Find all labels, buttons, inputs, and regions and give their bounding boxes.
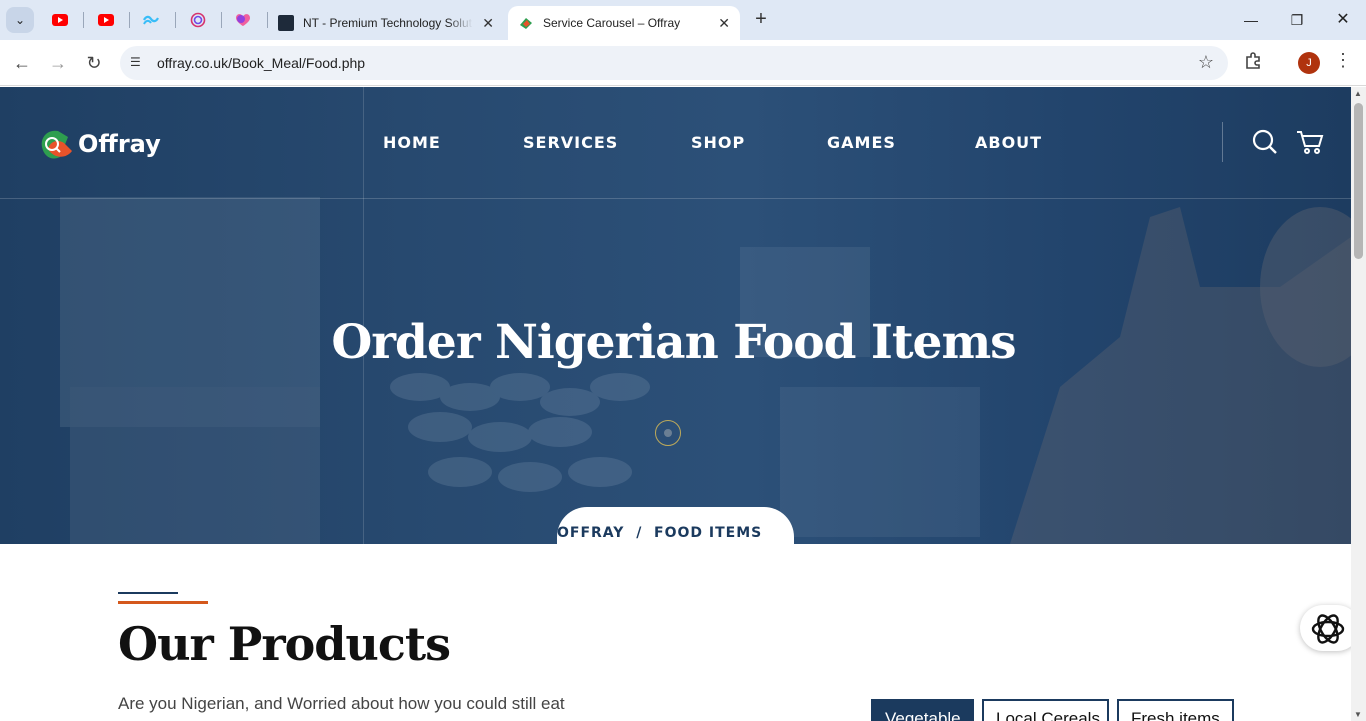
restore-button[interactable]: ❐ bbox=[1282, 8, 1312, 32]
spiral-icon bbox=[190, 12, 206, 28]
nav-shop[interactable]: SHOP bbox=[691, 133, 745, 152]
tab-separator bbox=[175, 12, 176, 28]
browser-toolbar: ← → ↻ ☰ offray.co.uk/Book_Meal/Food.php … bbox=[0, 40, 1366, 86]
back-arrow-icon[interactable]: ← bbox=[10, 52, 34, 74]
main-navigation: HOME SERVICES SHOP GAMES ABOUT bbox=[383, 133, 1041, 152]
scroll-up-arrow-icon[interactable]: ▲ bbox=[1354, 89, 1362, 98]
filter-local-cereals[interactable]: Local Cereals bbox=[982, 699, 1109, 721]
youtube-icon bbox=[52, 14, 68, 26]
section-accent-line bbox=[118, 592, 178, 594]
site-info-icon[interactable]: ☰ bbox=[130, 55, 146, 71]
nav-home[interactable]: HOME bbox=[383, 133, 441, 152]
reload-icon[interactable]: ↻ bbox=[82, 52, 106, 74]
profile-avatar[interactable]: J bbox=[1298, 52, 1320, 74]
pinned-tab-spiral[interactable] bbox=[188, 10, 208, 30]
extensions-puzzle-icon[interactable] bbox=[1244, 52, 1262, 75]
youtube-icon bbox=[98, 14, 114, 26]
tab-separator bbox=[83, 12, 84, 28]
pinned-tab-heart[interactable] bbox=[233, 10, 253, 30]
close-window-button[interactable]: ✕ bbox=[1328, 8, 1358, 32]
tab-service-carousel[interactable]: Service Carousel – Offray ✕ bbox=[508, 6, 740, 40]
browser-tab-strip: ⌄ NT - Premium Technology Solut ✕ Servic… bbox=[0, 0, 1366, 40]
breadcrumb: OFFRAY / FOOD ITEMS bbox=[557, 507, 794, 567]
tailwind-icon bbox=[143, 15, 159, 25]
address-bar[interactable]: ☰ offray.co.uk/Book_Meal/Food.php ☆ bbox=[120, 46, 1228, 80]
section-accent-line-orange bbox=[118, 601, 208, 604]
tab-title: Service Carousel – Offray bbox=[543, 16, 681, 30]
forward-arrow-icon[interactable]: → bbox=[46, 52, 70, 74]
hero-banner: Offray HOME SERVICES SHOP GAMES ABOUT Or… bbox=[0, 87, 1351, 544]
tab-search-button[interactable]: ⌄ bbox=[6, 7, 34, 33]
carousel-indicator[interactable] bbox=[655, 420, 681, 446]
close-icon[interactable]: ✕ bbox=[718, 15, 730, 32]
section-title: Our Products bbox=[118, 617, 451, 671]
offray-icon bbox=[518, 15, 534, 31]
tab-title: NT - Premium Technology Solut bbox=[303, 16, 472, 30]
scrollbar-thumb[interactable] bbox=[1354, 103, 1363, 259]
heart-icon bbox=[236, 14, 250, 26]
filter-fresh-items[interactable]: Fresh items bbox=[1117, 699, 1234, 721]
breadcrumb-text[interactable]: OFFRAY / FOOD ITEMS bbox=[557, 525, 762, 541]
intro-text: Are you Nigerian, and Worried about how … bbox=[118, 694, 565, 713]
bookmark-star-icon[interactable]: ☆ bbox=[1198, 52, 1214, 73]
offray-logo-icon bbox=[38, 127, 76, 161]
brand-name: Offray bbox=[78, 130, 161, 158]
tab-separator bbox=[129, 12, 130, 28]
new-tab-button[interactable]: + bbox=[750, 8, 772, 32]
nt-icon bbox=[278, 15, 294, 31]
nav-about[interactable]: ABOUT bbox=[975, 133, 1042, 152]
close-icon[interactable]: ✕ bbox=[482, 15, 494, 32]
search-icon[interactable] bbox=[1252, 129, 1278, 155]
tab-nt-premium[interactable]: NT - Premium Technology Solut ✕ bbox=[268, 6, 504, 40]
site-logo[interactable]: Offray bbox=[38, 127, 161, 161]
pinned-tab-tailwind[interactable] bbox=[141, 10, 161, 30]
nav-games[interactable]: GAMES bbox=[827, 133, 896, 152]
web-page: Offray HOME SERVICES SHOP GAMES ABOUT Or… bbox=[0, 87, 1351, 721]
nav-services[interactable]: SERVICES bbox=[523, 133, 618, 152]
filter-vegetable[interactable]: Vegetable bbox=[871, 699, 974, 721]
header-divider bbox=[0, 198, 1351, 199]
page-scrollbar[interactable]: ▲ ▼ bbox=[1351, 87, 1366, 721]
nav-divider bbox=[1222, 122, 1223, 162]
url-text[interactable]: offray.co.uk/Book_Meal/Food.php bbox=[157, 55, 365, 71]
tab-separator bbox=[221, 12, 222, 28]
kebab-menu-icon[interactable]: ⋮ bbox=[1334, 50, 1352, 71]
minimize-button[interactable]: — bbox=[1236, 8, 1266, 32]
pinned-tab-youtube[interactable] bbox=[50, 10, 70, 30]
cart-icon[interactable] bbox=[1296, 129, 1324, 155]
pinned-tab-youtube-2[interactable] bbox=[96, 10, 116, 30]
hero-title: Order Nigerian Food Items bbox=[331, 315, 1016, 370]
scroll-down-arrow-icon[interactable]: ▼ bbox=[1354, 710, 1362, 719]
openai-icon bbox=[1311, 614, 1345, 644]
